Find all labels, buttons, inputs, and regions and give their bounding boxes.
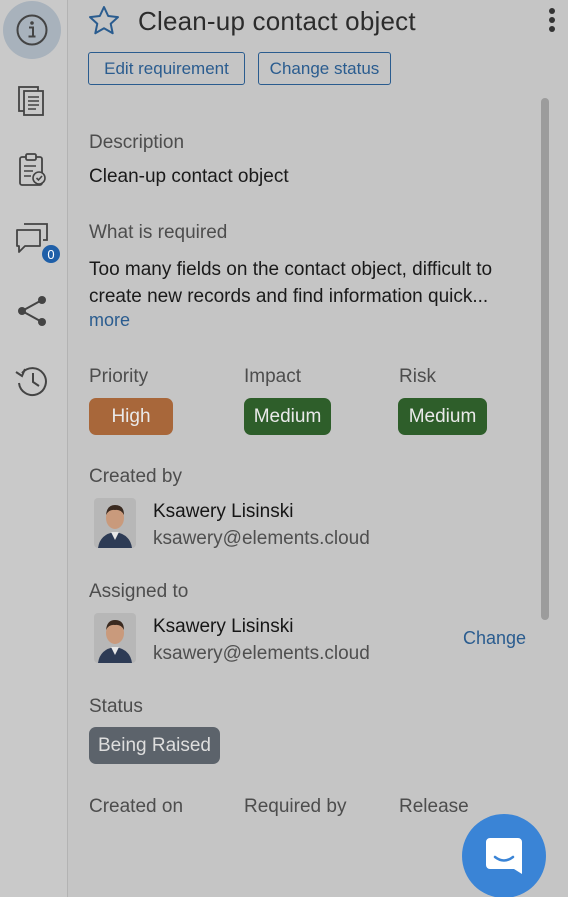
sidebar-item-documents[interactable] xyxy=(3,72,61,130)
edit-requirement-button[interactable]: Edit requirement xyxy=(88,52,245,85)
what-is-required-label: What is required xyxy=(89,222,228,243)
assignee-email: ksawery@elements.cloud xyxy=(153,643,370,664)
history-icon xyxy=(15,367,47,397)
sidebar-rail: 0 xyxy=(0,0,68,897)
avatar xyxy=(94,498,136,548)
sidebar-item-share[interactable] xyxy=(3,282,61,340)
share-icon xyxy=(18,296,46,326)
priority-badge: High xyxy=(89,398,173,435)
assignee-name: Ksawery Lisinski xyxy=(153,616,294,637)
sidebar-item-history[interactable] xyxy=(3,352,61,410)
status-badge: Being Raised xyxy=(89,727,220,764)
change-assignee-link[interactable]: Change xyxy=(463,628,526,649)
created-by-label: Created by xyxy=(89,466,182,487)
chat-launcher-button[interactable] xyxy=(462,814,546,897)
sidebar-item-info[interactable] xyxy=(3,1,61,59)
comments-count-badge: 0 xyxy=(40,243,62,265)
description-label: Description xyxy=(89,132,185,153)
change-status-button[interactable]: Change status xyxy=(258,52,391,85)
documents-icon xyxy=(18,86,44,116)
scrollbar[interactable] xyxy=(541,98,549,620)
creator-email: ksawery@elements.cloud xyxy=(153,528,370,549)
more-link[interactable]: more xyxy=(89,310,130,331)
sidebar-item-review[interactable] xyxy=(3,141,61,199)
priority-label: Priority xyxy=(89,366,149,387)
required-by-label: Required by xyxy=(244,796,347,817)
clipboard-check-icon xyxy=(19,153,46,186)
risk-label: Risk xyxy=(399,366,436,387)
release-label: Release xyxy=(399,796,469,817)
assigned-to-label: Assigned to xyxy=(89,581,189,602)
requirement-detail-panel: Clean-up contact object Edit requirement… xyxy=(69,0,568,897)
chat-icon xyxy=(486,838,522,874)
more-options-icon[interactable] xyxy=(545,6,559,36)
risk-badge: Medium xyxy=(398,398,487,435)
impact-label: Impact xyxy=(244,366,302,387)
description-value: Clean-up contact object xyxy=(89,166,289,187)
creator-name: Ksawery Lisinski xyxy=(153,501,294,522)
favorite-star-icon[interactable] xyxy=(88,5,120,35)
what-is-required-text: Too many fields on the contact object, d… xyxy=(89,259,493,307)
created-on-label: Created on xyxy=(89,796,184,817)
avatar xyxy=(94,613,136,663)
impact-badge: Medium xyxy=(244,398,331,435)
info-icon xyxy=(16,14,48,46)
page-title: Clean-up contact object xyxy=(138,6,416,36)
status-label: Status xyxy=(89,696,143,717)
